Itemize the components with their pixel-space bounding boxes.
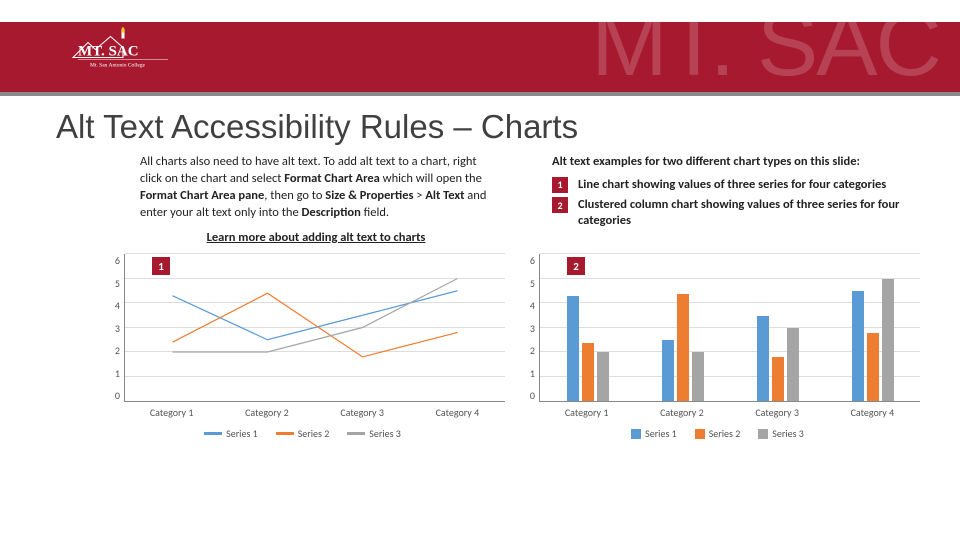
left-column: All charts also need to have alt text. T… xyxy=(140,154,492,246)
bar-chart: 0123456Category 1Category 2Category 3Cat… xyxy=(515,254,920,440)
bar-chart-wrap: 2 0123456Category 1Category 2Category 3C… xyxy=(515,254,920,440)
example-number-badge: 2 xyxy=(552,197,568,213)
svg-text:Mt. San Antonio College: Mt. San Antonio College xyxy=(90,63,146,69)
watermark-text: MT. SAC xyxy=(591,0,940,97)
content-columns: All charts also need to have alt text. T… xyxy=(0,154,960,246)
example-item: 2 Clustered column chart showing values … xyxy=(552,197,904,230)
example-text: Clustered column chart showing values of… xyxy=(578,197,904,230)
instructions-paragraph: All charts also need to have alt text. T… xyxy=(140,154,492,222)
page-title: Alt Text Accessibility Rules – Charts xyxy=(56,108,960,146)
right-column: Alt text examples for two different char… xyxy=(552,154,904,246)
line-chart-wrap: 1 0123456Category 1Category 2Category 3C… xyxy=(100,254,505,440)
examples-intro: Alt text examples for two different char… xyxy=(552,154,904,171)
header-banner: MT. SACMt. San Antonio College MT. SAC xyxy=(0,0,960,96)
example-text: Line chart showing values of three serie… xyxy=(578,177,886,193)
brand-logo: MT. SACMt. San Antonio College xyxy=(68,24,178,80)
example-item: 1 Line chart showing values of three ser… xyxy=(552,177,904,193)
line-chart: 0123456Category 1Category 2Category 3Cat… xyxy=(100,254,505,440)
charts-row: 1 0123456Category 1Category 2Category 3C… xyxy=(0,246,960,440)
learn-more-link[interactable]: Learn more about adding alt text to char… xyxy=(140,230,492,247)
chart-number-badge: 1 xyxy=(152,257,170,275)
example-number-badge: 1 xyxy=(552,177,568,193)
chart-number-badge: 2 xyxy=(567,257,585,275)
